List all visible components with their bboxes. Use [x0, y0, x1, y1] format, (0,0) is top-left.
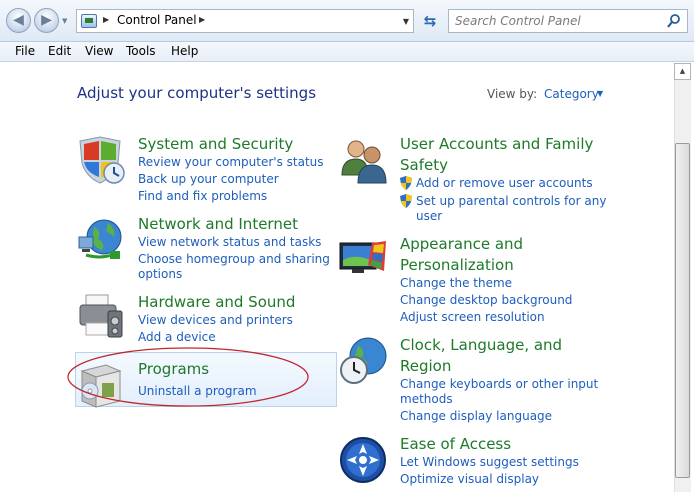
link-optimize-display[interactable]: Optimize visual display [400, 472, 539, 486]
menu-bar: File Edit View Tools Help [0, 42, 694, 62]
monitor-paint-icon[interactable] [338, 235, 388, 285]
refresh-icon[interactable]: ⇆ [418, 10, 442, 32]
scroll-up-icon[interactable]: ▲ [674, 63, 691, 80]
category-title-line2[interactable]: Safety [400, 156, 448, 174]
category-user-accounts: User Accounts and Family Safety Add or r… [338, 135, 608, 230]
link-homegroup[interactable]: Choose homegroup and sharing [138, 252, 330, 266]
breadcrumb-arrow-icon[interactable]: ▶ [103, 15, 109, 24]
clock-globe-icon[interactable] [338, 336, 388, 386]
link-add-device[interactable]: Add a device [138, 330, 216, 344]
breadcrumb-arrow-icon[interactable]: ▶ [199, 15, 205, 24]
control-panel-window: ◀ ▶ ▼ ▶ Control Panel ▶ ▼ ⇆ File Edit Vi… [0, 0, 694, 492]
link-parental-controls-cont[interactable]: user [416, 209, 442, 223]
link-review-status[interactable]: Review your computer's status [138, 155, 324, 169]
category-title[interactable]: System and Security [138, 135, 293, 153]
uac-shield-icon [400, 176, 412, 190]
search-box[interactable] [448, 9, 688, 33]
forward-button[interactable]: ▶ [34, 8, 59, 33]
printer-icon[interactable] [76, 293, 126, 343]
category-title-line2[interactable]: Personalization [400, 256, 514, 274]
link-back-up[interactable]: Back up your computer [138, 172, 279, 186]
users-icon[interactable] [338, 135, 388, 185]
category-title[interactable]: Ease of Access [400, 435, 511, 453]
link-change-keyboards-cont[interactable]: methods [400, 392, 453, 406]
ease-of-access-icon[interactable] [338, 435, 388, 485]
category-ease-of-access: Ease of Access Let Windows suggest setti… [338, 435, 608, 490]
category-network-internet: Network and Internet View network status… [76, 215, 336, 290]
category-title[interactable]: Hardware and Sound [138, 293, 295, 311]
link-screen-resolution[interactable]: Adjust screen resolution [400, 310, 545, 324]
programs-box-icon[interactable] [76, 361, 126, 411]
control-panel-icon [81, 14, 97, 28]
category-title-line1[interactable]: Clock, Language, and [400, 336, 562, 354]
view-by-dropdown[interactable]: Category [544, 87, 599, 101]
menu-help[interactable]: Help [171, 44, 198, 58]
network-globe-icon[interactable] [76, 215, 126, 265]
menu-file[interactable]: File [15, 44, 35, 58]
page-title: Adjust your computer's settings [77, 84, 317, 102]
category-appearance: Appearance and Personalization Change th… [338, 235, 608, 325]
link-homegroup-cont[interactable]: options [138, 267, 182, 281]
recent-pages-dropdown-icon[interactable]: ▼ [62, 17, 72, 25]
category-title[interactable]: Network and Internet [138, 215, 298, 233]
category-system-security: System and Security Review your computer… [76, 135, 336, 210]
category-title-line2[interactable]: Region [400, 357, 451, 375]
menu-view[interactable]: View [85, 44, 113, 58]
link-find-fix[interactable]: Find and fix problems [138, 189, 267, 203]
link-desktop-background[interactable]: Change desktop background [400, 293, 572, 307]
link-display-language[interactable]: Change display language [400, 409, 552, 423]
menu-tools[interactable]: Tools [126, 44, 156, 58]
scrollbar-thumb[interactable] [675, 143, 690, 478]
category-clock-language: Clock, Language, and Region Change keybo… [338, 336, 608, 426]
link-change-theme[interactable]: Change the theme [400, 276, 512, 290]
link-add-remove-accounts[interactable]: Add or remove user accounts [416, 176, 593, 190]
uac-shield-icon [400, 194, 412, 208]
link-network-status[interactable]: View network status and tasks [138, 235, 321, 249]
link-uninstall[interactable]: Uninstall a program [138, 384, 257, 398]
link-devices-printers[interactable]: View devices and printers [138, 313, 293, 327]
category-title[interactable]: Programs [138, 360, 209, 378]
link-windows-suggest[interactable]: Let Windows suggest settings [400, 455, 579, 469]
link-parental-controls[interactable]: Set up parental controls for any [416, 194, 606, 208]
link-change-keyboards[interactable]: Change keyboards or other input [400, 377, 598, 391]
chevron-down-icon[interactable]: ▼ [597, 89, 603, 98]
category-programs: Programs Uninstall a program [76, 359, 336, 408]
menu-edit[interactable]: Edit [48, 44, 71, 58]
address-bar: ◀ ▶ ▼ ▶ Control Panel ▶ ▼ ⇆ [0, 0, 694, 42]
search-icon[interactable] [667, 13, 681, 29]
breadcrumb-control-panel[interactable]: Control Panel [117, 13, 197, 27]
category-hardware-sound: Hardware and Sound View devices and prin… [76, 293, 336, 353]
search-input[interactable] [455, 12, 655, 30]
address-box[interactable]: ▶ Control Panel ▶ ▼ [76, 9, 414, 33]
category-title-line1[interactable]: User Accounts and Family [400, 135, 593, 153]
back-button[interactable]: ◀ [6, 8, 31, 33]
shield-icon[interactable] [76, 135, 126, 185]
view-by-label: View by: [487, 87, 538, 101]
category-title-line1[interactable]: Appearance and [400, 235, 523, 253]
address-dropdown-icon[interactable]: ▼ [403, 17, 409, 26]
